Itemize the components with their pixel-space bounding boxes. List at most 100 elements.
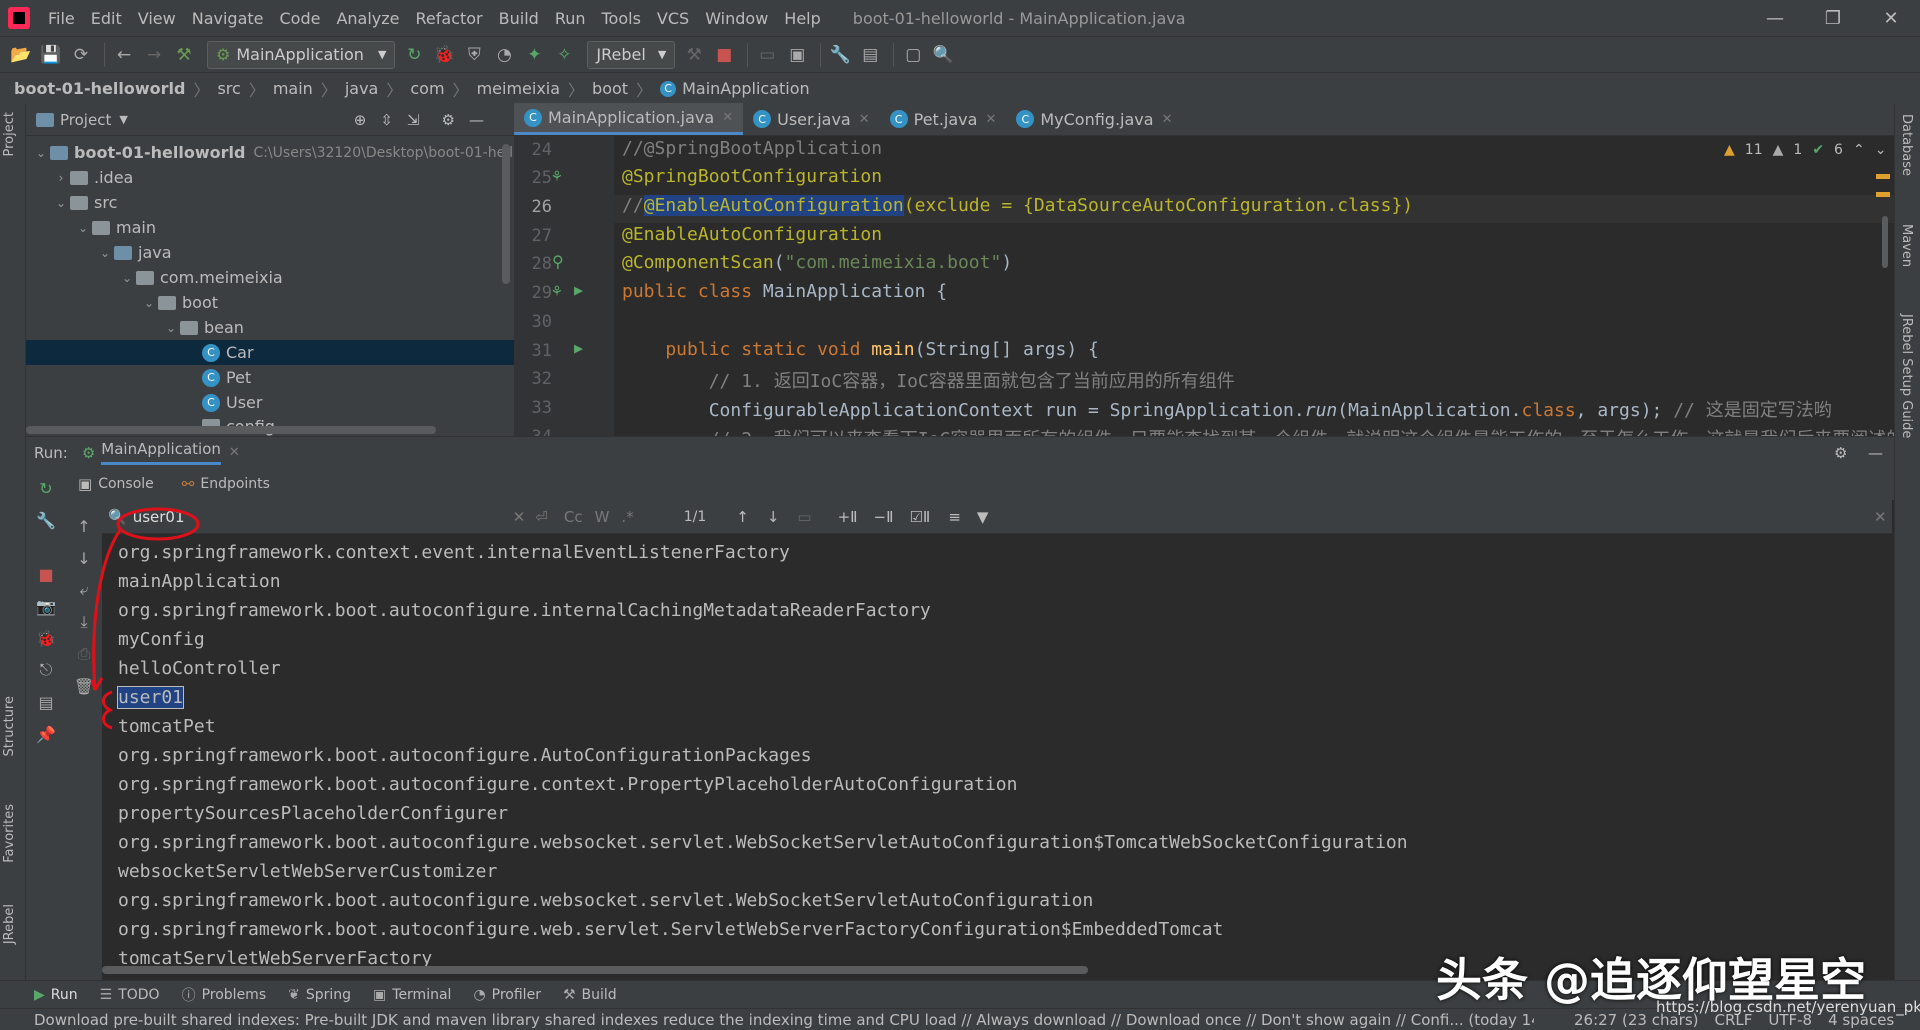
close-icon[interactable]: ✕ [1162, 112, 1173, 127]
inspection-widget[interactable]: ▲ 11 ▲ 1 ✔ 6 ⌃ ⌄ [1724, 142, 1886, 158]
tree-item-bean[interactable]: ⌄ bean [26, 315, 514, 340]
bottom-tab-todo[interactable]: ☰ TODO [100, 987, 160, 1003]
menu-analyze[interactable]: Analyze [328, 9, 407, 28]
tree-item-pet[interactable]: C Pet [26, 365, 514, 390]
menu-help[interactable]: Help [776, 9, 828, 28]
sort-icon[interactable]: ≡ [948, 508, 961, 526]
menu-edit[interactable]: Edit [83, 9, 130, 28]
tree-item-user[interactable]: C User [26, 390, 514, 415]
bottom-tab-problems[interactable]: ⓘ Problems [182, 985, 267, 1005]
hide-icon[interactable]: — [1868, 444, 1883, 462]
menu-run[interactable]: Run [547, 9, 594, 28]
menu-navigate[interactable]: Navigate [184, 9, 272, 28]
chevron-down-icon[interactable]: ⌄ [1875, 142, 1887, 158]
tab-user-java[interactable]: C User.java ✕ [743, 103, 880, 135]
menu-tools[interactable]: Tools [594, 9, 649, 28]
clear-icon[interactable]: ✕ [513, 508, 526, 526]
previous-occurrence-icon[interactable]: ↑ [736, 508, 749, 526]
tab-console[interactable]: Console [98, 476, 154, 492]
project-title[interactable]: Project [60, 111, 111, 129]
menu-window[interactable]: Window [697, 9, 776, 28]
profiler-icon[interactable]: ◔ [491, 42, 517, 68]
console-output[interactable]: org.springframework.context.event.intern… [102, 534, 1882, 980]
breadcrumb-src[interactable]: src [217, 79, 240, 98]
chevron-down-icon[interactable]: ▼ [119, 113, 127, 126]
exit-icon[interactable]: ⎋ [34, 658, 58, 682]
breadcrumb-class[interactable]: MainApplication [682, 79, 810, 98]
tab-pet-java[interactable]: C Pet.java ✕ [880, 103, 1007, 135]
breadcrumb-project[interactable]: boot-01-helloworld [14, 79, 185, 98]
select-all-occurrences-icon[interactable]: ☑Ⅱ [909, 508, 930, 526]
menu-build[interactable]: Build [491, 9, 547, 28]
stop-icon[interactable]: ■ [34, 562, 58, 586]
menu-refactor[interactable]: Refactor [408, 9, 491, 28]
open-folder-icon[interactable]: 📂 [8, 42, 34, 68]
spring-scan-icon[interactable]: ⚲ [552, 252, 564, 271]
debug-icon[interactable]: 🐞 [34, 626, 58, 650]
run-gutter-icon[interactable]: ▶ [574, 339, 583, 357]
run-config-tab[interactable]: MainApplication [101, 440, 221, 465]
close-icon[interactable]: ✕ [859, 112, 870, 127]
menu-code[interactable]: Code [272, 9, 329, 28]
jrebel-setup-tool-tab[interactable]: JRebel Setup Guide [1899, 314, 1914, 438]
camera-icon[interactable]: 📷 [34, 594, 58, 618]
jrebel-select[interactable]: JRebel ▼ [587, 40, 676, 69]
code-editor[interactable]: 24 25 26 27 28 29 30 31 32 33 34 ⚘ ⚲ ⚘ ▶… [514, 136, 1894, 436]
hide-icon[interactable]: — [469, 111, 484, 129]
tab-myconfig-java[interactable]: C MyConfig.java ✕ [1006, 103, 1182, 135]
chevron-down-icon[interactable]: ⌄ [96, 246, 114, 260]
new-line-icon[interactable]: ⏎ [535, 508, 548, 526]
breadcrumb-meimeixia[interactable]: meimeixia [477, 79, 560, 98]
run-config-select[interactable]: ⚙ MainApplication ▼ [207, 40, 396, 69]
forward-icon[interactable]: → [141, 42, 167, 68]
save-icon[interactable]: 💾 [38, 42, 64, 68]
console-h-scrollbar[interactable] [102, 966, 1088, 974]
project-tool-tab[interactable]: Project [2, 112, 17, 156]
breadcrumb-java[interactable]: java [345, 79, 379, 98]
structure-tool-tab[interactable]: Structure [2, 696, 17, 756]
layout-icon[interactable]: ▤ [34, 690, 58, 714]
minimize-icon[interactable]: — [1750, 0, 1800, 36]
spring-bean-icon[interactable]: ⚘ [552, 166, 562, 185]
breadcrumb-main[interactable]: main [273, 79, 313, 98]
stop-icon[interactable]: ■ [711, 42, 737, 68]
regex-toggle[interactable]: .* [621, 508, 633, 526]
device-icon[interactable]: ▭ [754, 42, 780, 68]
tree-item-com-meimeixia[interactable]: ⌄ com.meimeixia [26, 265, 514, 290]
breadcrumb-boot[interactable]: boot [592, 79, 628, 98]
jrebel-tool-tab[interactable]: JRebel [2, 904, 17, 944]
menu-vcs[interactable]: VCS [649, 9, 697, 28]
chevron-down-icon[interactable]: ⌄ [74, 221, 92, 235]
maven-tool-tab[interactable]: Maven [1899, 224, 1914, 267]
close-search-icon[interactable]: ✕ [1874, 508, 1887, 526]
bottom-tab-terminal[interactable]: ▣ Terminal [373, 987, 451, 1003]
project-structure-icon[interactable]: ▣ [784, 42, 810, 68]
tab-main-application[interactable]: C MainApplication.java ✕ [514, 103, 744, 135]
chevron-right-icon[interactable]: › [52, 171, 70, 185]
collapse-all-icon[interactable]: ⇲ [407, 111, 420, 129]
rerun-icon[interactable]: ↻ [34, 476, 58, 500]
tree-root[interactable]: ⌄ boot-01-helloworld C:\Users\32120\Desk… [26, 140, 514, 165]
sync-icon[interactable]: ⟳ [68, 42, 94, 68]
close-window-icon[interactable]: ✕ [1866, 0, 1916, 36]
build-hammer-icon[interactable]: ⚒ [171, 42, 197, 68]
editor-scrollbar[interactable] [1882, 216, 1888, 268]
next-occurrence-icon[interactable]: ↓ [767, 508, 780, 526]
bottom-tab-build[interactable]: ⚒ Build [563, 987, 617, 1003]
tab-endpoints[interactable]: Endpoints [200, 476, 270, 492]
words-toggle[interactable]: W [595, 508, 610, 526]
bottom-tab-profiler[interactable]: ◔ Profiler [473, 987, 541, 1003]
menu-file[interactable]: File [40, 9, 83, 28]
add-selection-icon[interactable]: +Ⅱ [838, 508, 858, 526]
wrench-icon[interactable]: 🔧 [34, 508, 58, 532]
favorites-tool-tab[interactable]: Favorites [2, 804, 17, 863]
close-icon[interactable]: ✕ [985, 112, 996, 127]
tree-item-src[interactable]: ⌄ src [26, 190, 514, 215]
error-stripe-mark[interactable] [1876, 192, 1890, 197]
error-stripe-mark[interactable] [1876, 174, 1890, 179]
coverage-icon[interactable]: ⛨ [461, 42, 487, 68]
bottom-tab-run[interactable]: ▶ Run [34, 987, 78, 1003]
database-tool-tab[interactable]: Database [1899, 114, 1914, 176]
locate-icon[interactable]: ⊕ [354, 111, 367, 129]
tree-item-boot[interactable]: ⌄ boot [26, 290, 514, 315]
